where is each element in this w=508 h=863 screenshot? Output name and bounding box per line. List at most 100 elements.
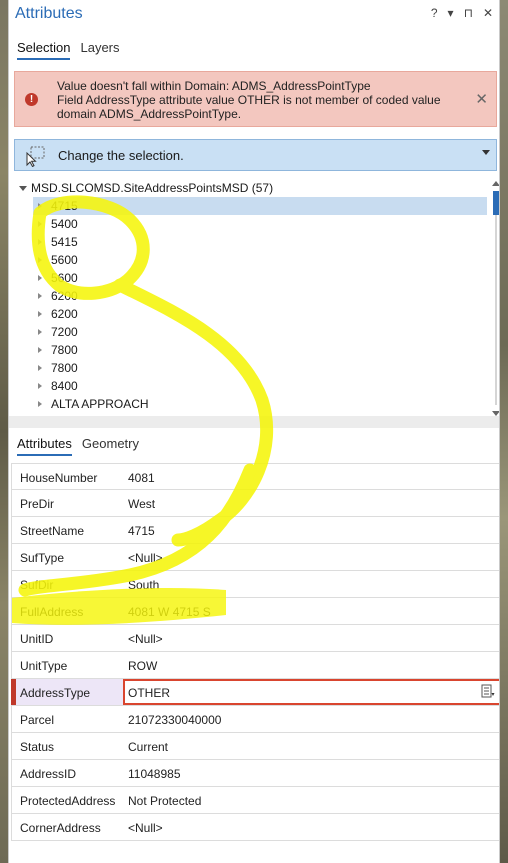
scroll-up-icon[interactable] — [492, 181, 499, 186]
attribute-field-value[interactable]: West — [128, 497, 155, 511]
tree-item[interactable]: 6200 — [33, 287, 487, 305]
select-cursor-icon — [26, 146, 45, 167]
tree-item-label: 5600 — [51, 271, 78, 285]
lower-tabs: Attributes Geometry — [17, 436, 139, 456]
top-tabs: Selection Layers — [17, 40, 120, 60]
expand-right-icon[interactable] — [38, 293, 42, 299]
attribute-table: HouseNumber 4081 PreDir West StreetName 4715 S… — [11, 463, 499, 841]
tree-item-label: 8400 — [51, 379, 78, 393]
pane-splitter[interactable] — [9, 416, 499, 428]
expand-right-icon[interactable] — [38, 203, 42, 209]
tree-item[interactable]: 8400 — [33, 377, 487, 395]
expand-right-icon[interactable] — [38, 257, 42, 263]
tree-item[interactable]: 6200 — [33, 305, 487, 323]
expand-right-icon[interactable] — [38, 275, 42, 281]
attribute-field-value[interactable]: 4081 W 4715 S — [128, 605, 211, 619]
attribute-row[interactable]: UnitType ROW — [11, 652, 499, 679]
attribute-field-value[interactable]: Current — [128, 740, 168, 754]
tree-item-label: 7800 — [51, 361, 78, 375]
scrollbar-track[interactable] — [495, 215, 497, 405]
attribute-field-value[interactable]: ROW — [128, 659, 157, 673]
map-background-left — [0, 0, 8, 863]
attribute-row[interactable]: PreDir West — [11, 490, 499, 517]
error-line-3: domain ADMS_AddressPointType. — [57, 107, 242, 121]
tree-root-node[interactable]: MSD.SLCOMSD.SiteAddressPointsMSD (57) — [19, 179, 273, 197]
attribute-row[interactable]: ProtectedAddress Not Protected — [11, 787, 499, 814]
attribute-field-name: Parcel — [20, 713, 55, 727]
pane-title-bar: Attributes ? ▾ ⊓ ✕ — [9, 0, 499, 30]
close-pane-button[interactable]: ✕ — [483, 6, 493, 20]
expand-right-icon[interactable] — [38, 383, 42, 389]
attribute-row[interactable]: Parcel 21072330040000 — [11, 706, 499, 733]
attribute-field-value[interactable]: OTHER — [128, 686, 170, 700]
attribute-row[interactable]: CornerAddress <Null> — [11, 814, 499, 841]
tab-attributes[interactable]: Attributes — [17, 436, 72, 456]
attribute-field-value[interactable]: 21072330040000 — [128, 713, 221, 727]
tree-item[interactable]: 7800 — [33, 341, 487, 359]
pane-title: Attributes — [15, 5, 83, 22]
tree-item-label: 7800 — [51, 343, 78, 357]
tree-item[interactable]: 7200 — [33, 323, 487, 341]
attribute-row[interactable]: HouseNumber 4081 — [11, 463, 499, 490]
tree-item-label: 6200 — [51, 289, 78, 303]
tree-item[interactable]: 4715 — [33, 197, 487, 215]
help-button[interactable]: ? — [431, 6, 438, 20]
error-message-text: Value doesn't fall within Domain: ADMS_A… — [57, 79, 441, 121]
tree-item[interactable]: 5600 — [33, 251, 487, 269]
expand-down-icon[interactable] — [19, 185, 27, 191]
attribute-field-value[interactable]: Not Protected — [128, 794, 201, 808]
tree-item[interactable]: 5600 — [33, 269, 487, 287]
selection-tree: MSD.SLCOMSD.SiteAddressPointsMSD (57) 47… — [9, 176, 499, 416]
expand-right-icon[interactable] — [38, 311, 42, 317]
coded-value-picker-icon[interactable] — [481, 684, 495, 700]
expand-right-icon[interactable] — [38, 329, 42, 335]
options-menu-button[interactable]: ▾ — [448, 6, 454, 20]
tab-selection[interactable]: Selection — [17, 40, 71, 60]
attribute-field-value[interactable]: <Null> — [128, 632, 163, 646]
attribute-field-name: HouseNumber — [20, 471, 98, 485]
attribute-row[interactable]: FullAddress 4081 W 4715 S — [11, 598, 499, 625]
tree-item[interactable]: 7800 — [33, 359, 487, 377]
attribute-field-name: SufType — [20, 551, 65, 565]
attribute-field-name: AddressType — [20, 686, 91, 700]
attribute-row[interactable]: SufType <Null> — [11, 544, 499, 571]
tree-item[interactable]: ALTA APPROACH — [33, 395, 487, 413]
error-message-banner: ! Value doesn't fall within Domain: ADMS… — [14, 71, 497, 127]
attribute-field-value[interactable]: <Null> — [128, 821, 163, 835]
expand-right-icon[interactable] — [38, 221, 42, 227]
auto-hide-button[interactable]: ⊓ — [464, 6, 473, 20]
close-icon[interactable]: ✕ — [475, 90, 488, 108]
error-line-1: Value doesn't fall within Domain: ADMS_A… — [57, 79, 371, 93]
attribute-row[interactable]: AddressType OTHER — [11, 679, 499, 706]
attribute-field-value[interactable]: 4081 — [128, 471, 155, 485]
tree-item-label: 4715 — [51, 199, 78, 213]
attribute-row[interactable]: SufDir South — [11, 571, 499, 598]
attribute-row[interactable]: StreetName 4715 — [11, 517, 499, 544]
attribute-field-name: AddressID — [20, 767, 77, 781]
attribute-row[interactable]: AddressID 11048985 — [11, 760, 499, 787]
attribute-field-name: UnitType — [20, 659, 68, 673]
attribute-field-name: Status — [20, 740, 55, 754]
attribute-value-editor[interactable] — [123, 679, 499, 705]
change-selection-label: Change the selection. — [58, 148, 184, 163]
change-selection-dropdown[interactable]: Change the selection. — [14, 139, 497, 171]
scrollbar-thumb[interactable] — [493, 191, 499, 215]
attribute-field-value[interactable]: <Null> — [128, 551, 163, 565]
expand-right-icon[interactable] — [38, 239, 42, 245]
tree-item[interactable]: 5415 — [33, 233, 487, 251]
attribute-row[interactable]: UnitID <Null> — [11, 625, 499, 652]
expand-right-icon[interactable] — [38, 401, 42, 407]
attribute-field-value[interactable]: 11048985 — [128, 767, 181, 781]
tree-item-label: 6200 — [51, 307, 78, 321]
tab-geometry[interactable]: Geometry — [82, 436, 139, 456]
tree-scrollbar[interactable] — [491, 181, 499, 416]
expand-right-icon[interactable] — [38, 365, 42, 371]
attribute-field-value[interactable]: South — [128, 578, 159, 592]
attribute-field-value[interactable]: 4715 — [128, 524, 155, 538]
tree-item-label: 5400 — [51, 217, 78, 231]
tree-item[interactable]: 5400 — [33, 215, 487, 233]
attribute-row[interactable]: Status Current — [11, 733, 499, 760]
tab-layers[interactable]: Layers — [80, 40, 119, 60]
expand-right-icon[interactable] — [38, 347, 42, 353]
tree-item-label: 5415 — [51, 235, 78, 249]
